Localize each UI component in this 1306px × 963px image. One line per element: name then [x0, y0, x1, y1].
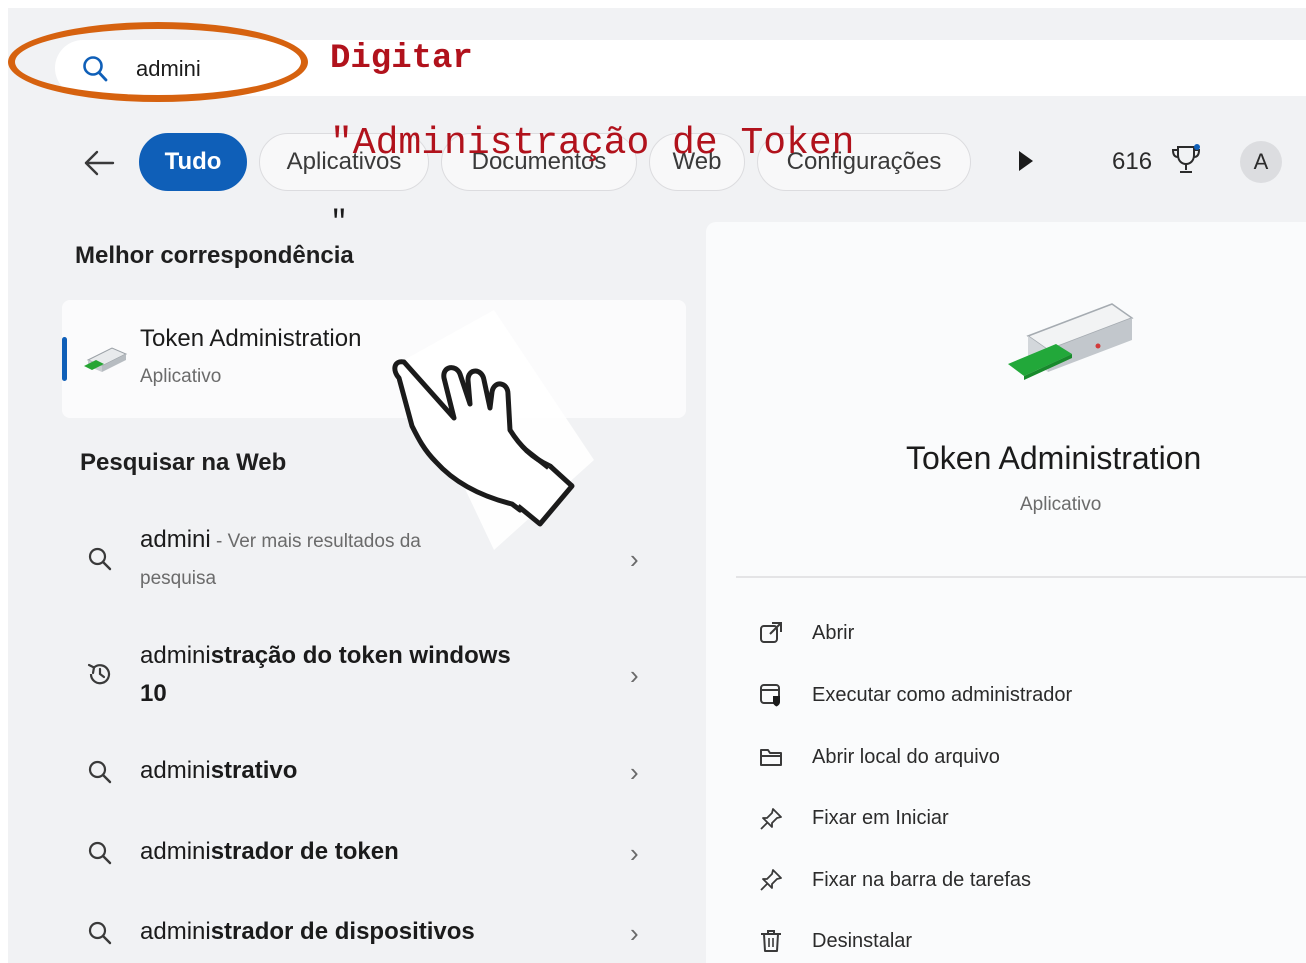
detail-subtitle: Aplicativo: [1020, 494, 1102, 515]
chevron-right-icon[interactable]: ›: [630, 757, 639, 788]
search-icon: [88, 841, 112, 865]
more-tabs-icon[interactable]: [1019, 151, 1033, 171]
search-icon: [88, 547, 112, 571]
web-result-prefix: admini: [140, 526, 211, 553]
web-result-prefix: admini: [140, 757, 211, 784]
web-result-line2: 10: [140, 680, 167, 708]
chevron-right-icon[interactable]: ›: [630, 544, 639, 575]
web-result-line2-bold: 10: [140, 680, 167, 707]
web-result-prefix: admini: [140, 642, 211, 669]
action-uninstall[interactable]: Desinstalar: [812, 930, 912, 953]
pin-icon: [760, 808, 782, 830]
web-result-prefix: admini: [140, 918, 211, 945]
token-admin-app-icon: [84, 347, 128, 372]
annotation-instruction: Digitar: [330, 40, 473, 78]
detail-divider: [736, 576, 1306, 578]
action-open-file-location[interactable]: Abrir local do arquivo: [812, 746, 1000, 769]
rewards-points: 616: [1112, 148, 1153, 175]
token-admin-large-icon: [1008, 303, 1134, 380]
action-pin-start[interactable]: Fixar em Iniciar: [812, 807, 949, 830]
best-match-title: Token Administration: [140, 325, 362, 352]
annotation-closing-quote: ": [330, 206, 349, 240]
open-external-icon: [760, 622, 782, 643]
folder-icon: [760, 749, 782, 766]
search-icon: [88, 921, 112, 945]
search-icon: [88, 760, 112, 784]
chevron-right-icon[interactable]: ›: [630, 838, 639, 869]
chevron-right-icon[interactable]: ›: [630, 918, 639, 949]
web-search-heading: Pesquisar na Web: [80, 449, 287, 476]
annotation-instruction-text: "Administração de Token: [330, 122, 855, 165]
action-pin-taskbar[interactable]: Fixar na barra de tarefas: [812, 869, 1031, 892]
web-result-row[interactable]: administrador de token: [140, 838, 399, 866]
web-result-bold: strador de dispositivos: [210, 918, 475, 945]
selection-indicator: [62, 337, 67, 381]
web-result-prefix: admini: [140, 838, 211, 865]
action-abrir[interactable]: Abrir: [812, 622, 854, 645]
action-run-as-admin[interactable]: Executar como administrador: [812, 684, 1072, 707]
pin-icon: [760, 869, 782, 891]
pointing-hand-icon: [392, 310, 594, 550]
trophy-icon[interactable]: [1170, 143, 1202, 177]
web-result-row[interactable]: administrativo: [140, 757, 297, 785]
web-result-bold: stração do token windows: [210, 642, 511, 669]
history-icon: [87, 663, 111, 685]
trash-icon: [761, 930, 781, 952]
web-result-bold: strador de token: [210, 838, 399, 865]
run-as-admin-icon: [760, 684, 780, 707]
web-result-line2: pesquisa: [140, 568, 217, 589]
web-result-row[interactable]: administração do token windows: [140, 642, 511, 670]
best-match-heading: Melhor correspondência: [75, 242, 354, 269]
best-match-subtitle: Aplicativo: [140, 366, 222, 387]
tab-tudo[interactable]: Tudo: [139, 133, 247, 191]
avatar[interactable]: A: [1240, 141, 1282, 183]
chevron-right-icon[interactable]: ›: [630, 660, 639, 691]
detail-title: Token Administration: [906, 440, 1202, 476]
web-result-row[interactable]: administrador de dispositivos: [140, 918, 475, 946]
back-arrow-icon[interactable]: [82, 146, 116, 180]
annotation-highlight-oval: [8, 22, 308, 102]
web-result-bold: strativo: [210, 757, 298, 784]
